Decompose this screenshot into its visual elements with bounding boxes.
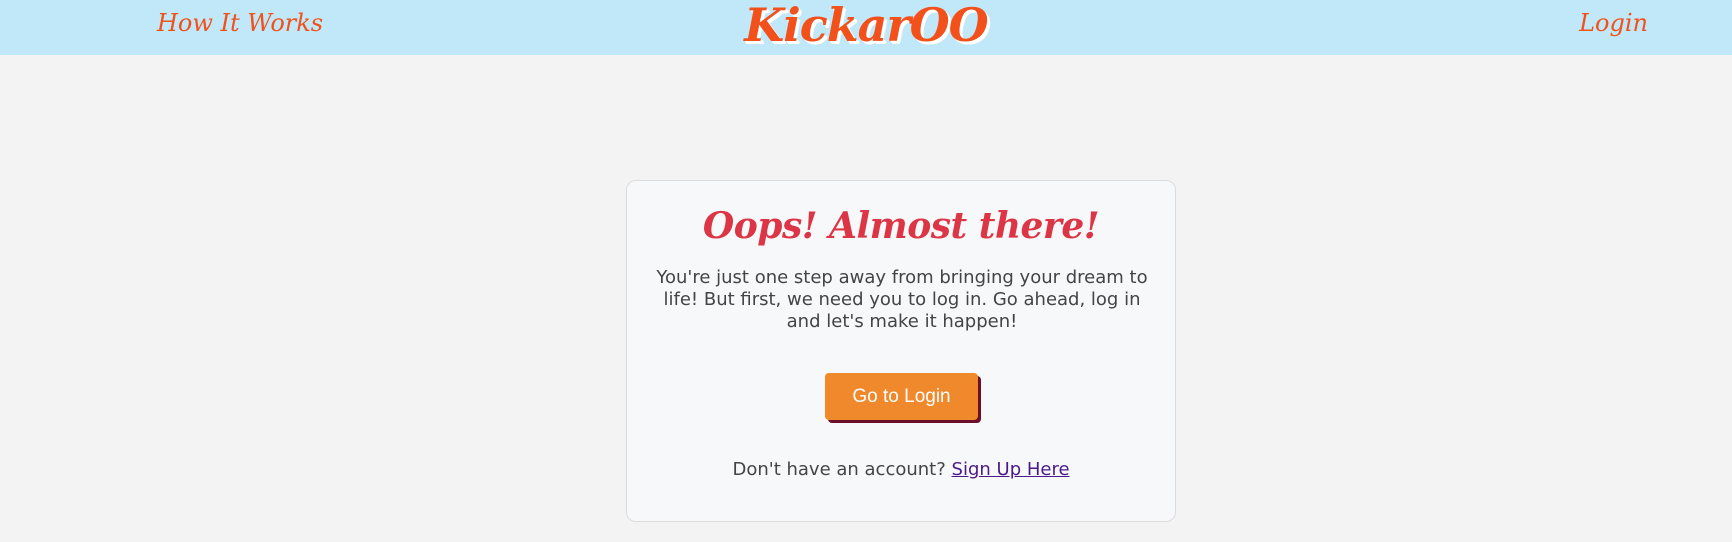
how-it-works-link[interactable]: How It Works	[157, 9, 323, 37]
signup-prompt: Don't have an account?	[732, 459, 946, 480]
sign-up-link[interactable]: Sign Up Here	[952, 459, 1070, 480]
brand-logo[interactable]: KickarOO	[744, 0, 989, 52]
top-navbar: How It Works KickarOO Login	[0, 0, 1732, 55]
login-required-card: Oops! Almost there! You're just one step…	[626, 180, 1176, 522]
card-title: Oops! Almost there!	[702, 205, 1100, 247]
go-to-login-button[interactable]: Go to Login	[825, 373, 978, 420]
card-message: You're just one step away from bringing …	[656, 267, 1148, 332]
nav-login-link[interactable]: Login	[1579, 9, 1648, 37]
signup-line: Don't have an account? Sign Up Here	[627, 459, 1175, 480]
